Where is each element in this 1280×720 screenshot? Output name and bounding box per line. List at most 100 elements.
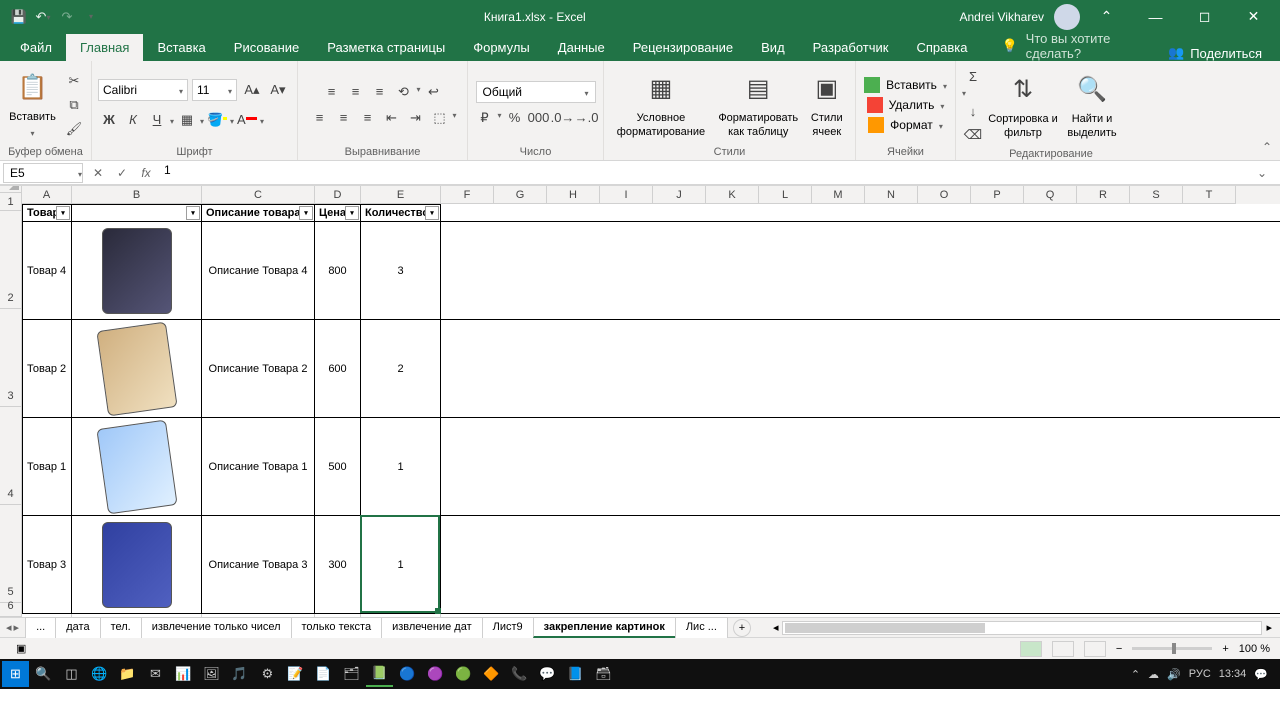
insert-cells-button[interactable]: Вставить (860, 76, 951, 94)
table-cell[interactable]: Описание Товара 2 (202, 320, 315, 417)
select-all-cells[interactable] (0, 186, 22, 193)
col-header-H[interactable]: H (547, 186, 600, 204)
tab-разметка страницы[interactable]: Разметка страницы (313, 34, 459, 61)
table-header[interactable]: ▾ (72, 204, 202, 221)
tray-cloud-icon[interactable]: ☁ (1148, 668, 1159, 681)
orientation-icon[interactable]: ⟲ (392, 81, 414, 103)
maximize-icon[interactable]: ◻ (1182, 0, 1227, 33)
app-icon[interactable]: 🖼 (198, 661, 225, 687)
sheet-tab[interactable]: ... (25, 617, 56, 638)
italic-button[interactable]: К (122, 109, 144, 131)
sheet-tab[interactable]: извлечение только чисел (141, 617, 292, 638)
app-icon[interactable]: 🟢 (450, 661, 477, 687)
app-icon[interactable]: 🔵 (394, 661, 421, 687)
percent-icon[interactable]: % (504, 107, 526, 129)
paste-button[interactable]: 📋 Вставить (6, 69, 59, 139)
col-header-M[interactable]: M (812, 186, 865, 204)
bold-button[interactable]: Ж (98, 109, 120, 131)
conditional-format-button[interactable]: ▦ Условное форматирование (610, 70, 712, 138)
page-break-view-button[interactable] (1084, 641, 1106, 657)
table-cell[interactable] (72, 320, 202, 417)
table-cell[interactable]: Товар 1 (22, 418, 72, 515)
app-icon[interactable]: 📁 (114, 661, 141, 687)
table-header[interactable]: Описание товара▾ (202, 204, 315, 221)
row-header-2[interactable]: 2 (0, 211, 22, 309)
app-icon[interactable]: 🔶 (478, 661, 505, 687)
copy-icon[interactable]: ⧉ (63, 94, 85, 116)
format-cells-button[interactable]: Формат (864, 116, 947, 134)
search-icon[interactable]: 🔍 (30, 661, 57, 687)
row-header-3[interactable]: 3 (0, 309, 22, 407)
col-header-I[interactable]: I (600, 186, 653, 204)
sheet-nav-next-icon[interactable]: ▸ (14, 621, 20, 634)
col-header-B[interactable]: B (72, 186, 202, 204)
table-header[interactable]: Цена▾ (315, 204, 361, 221)
zoom-level[interactable]: 100 % (1239, 643, 1270, 655)
table-cell[interactable]: 300 (315, 516, 361, 613)
table-cell[interactable]: Товар 2 (22, 320, 72, 417)
cell[interactable] (361, 614, 441, 617)
normal-view-button[interactable] (1020, 641, 1042, 657)
filter-icon[interactable]: ▾ (345, 206, 359, 220)
table-cell[interactable]: Описание Товара 3 (202, 516, 315, 613)
fx-icon[interactable]: fx (134, 163, 158, 183)
user-name[interactable]: Andrei Vikharev (960, 10, 1045, 24)
sheet-tab[interactable]: дата (55, 617, 100, 638)
row-header-4[interactable]: 4 (0, 407, 22, 505)
delete-cells-button[interactable]: Удалить (863, 96, 949, 114)
underline-button[interactable]: Ч (146, 109, 168, 131)
col-header-J[interactable]: J (653, 186, 706, 204)
indent-inc-icon[interactable]: ⇥ (404, 107, 426, 129)
row-header-1[interactable]: 1 (0, 193, 22, 211)
tellme-input[interactable]: Что вы хотите сделать? (1026, 31, 1150, 61)
col-header-L[interactable]: L (759, 186, 812, 204)
row-header-5[interactable]: 5 (0, 505, 22, 603)
col-header-Q[interactable]: Q (1024, 186, 1077, 204)
increase-decimal-icon[interactable]: .0→ (552, 107, 574, 129)
grow-font-icon[interactable]: A▴ (241, 79, 263, 101)
col-header-K[interactable]: K (706, 186, 759, 204)
cell[interactable] (22, 614, 72, 617)
app-icon[interactable]: 📝 (282, 661, 309, 687)
col-header-C[interactable]: C (202, 186, 315, 204)
decrease-decimal-icon[interactable]: →.0 (576, 107, 598, 129)
col-header-O[interactable]: O (918, 186, 971, 204)
cut-icon[interactable]: ✂ (63, 70, 85, 92)
sheet-tab[interactable]: Лист9 (482, 617, 534, 638)
app-icon[interactable]: ⚙ (254, 661, 281, 687)
tab-файл[interactable]: Файл (6, 34, 66, 61)
sheet-tab[interactable]: закрепление картинок (533, 617, 676, 638)
font-size-select[interactable]: 11 (192, 79, 237, 101)
table-cell[interactable]: Товар 3 (22, 516, 72, 613)
zoom-slider[interactable] (1132, 647, 1212, 650)
col-header-T[interactable]: T (1183, 186, 1236, 204)
filter-icon[interactable]: ▾ (425, 206, 439, 220)
col-header-E[interactable]: E (361, 186, 441, 204)
filter-icon[interactable]: ▾ (56, 206, 70, 220)
table-cell[interactable]: 1 (361, 516, 441, 613)
number-format-select[interactable]: Общий (476, 81, 596, 103)
find-select-button[interactable]: 🔍 Найти и выделить (1062, 71, 1122, 139)
table-cell[interactable]: Описание Товара 1 (202, 418, 315, 515)
col-header-F[interactable]: F (441, 186, 494, 204)
autosum-icon[interactable]: Σ (962, 65, 984, 87)
col-header-D[interactable]: D (315, 186, 361, 204)
table-cell[interactable]: 1 (361, 418, 441, 515)
hscroll-right-icon[interactable]: ▸ (1262, 621, 1276, 634)
app-icon[interactable]: ✉ (142, 661, 169, 687)
font-name-select[interactable]: Calibri (98, 79, 188, 101)
table-header[interactable]: Количество▾ (361, 204, 441, 221)
tab-формулы[interactable]: Формулы (459, 34, 544, 61)
table-cell[interactable] (72, 222, 202, 319)
align-left-icon[interactable]: ≡ (308, 107, 330, 129)
format-as-table-button[interactable]: ▤ Форматировать как таблицу (712, 70, 805, 138)
minimize-icon[interactable]: — (1133, 0, 1178, 33)
app-icon[interactable]: 📊 (170, 661, 197, 687)
collapse-ribbon-icon[interactable]: ⌃ (1262, 140, 1272, 154)
shrink-font-icon[interactable]: A▾ (267, 79, 289, 101)
sheet-tab[interactable]: извлечение дат (381, 617, 483, 638)
align-middle-icon[interactable]: ≡ (344, 81, 366, 103)
app-icon[interactable]: 📄 (310, 661, 337, 687)
align-right-icon[interactable]: ≡ (356, 107, 378, 129)
cell-styles-button[interactable]: ▣ Стили ячеек (805, 70, 849, 138)
